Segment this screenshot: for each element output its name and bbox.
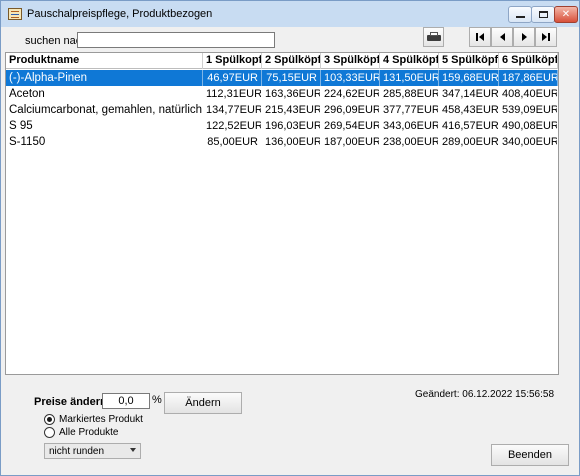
first-record-button[interactable] (469, 27, 491, 47)
price-cell: 490,08EUR (502, 120, 558, 132)
radio-button[interactable] (44, 413, 55, 425)
price-cell: 458,43EUR (442, 104, 499, 116)
previous-record-icon (499, 33, 505, 41)
price-cell: 187,00EUR (324, 136, 380, 148)
price-cell: 347,14EUR (442, 88, 499, 100)
last-record-button[interactable] (535, 27, 557, 47)
radio-label: Markiertes Produkt (59, 413, 143, 425)
table-row[interactable]: Calciumcarbonat, gemahlen, natürlich 134… (6, 102, 558, 118)
maximize-icon (538, 11, 548, 18)
price-cell: 285,88EUR (383, 88, 439, 100)
rounding-select-value: nicht runden (49, 446, 105, 457)
last-record-icon (542, 33, 550, 41)
app-icon (8, 8, 22, 20)
printer-icon (426, 32, 441, 42)
close-dialog-button[interactable]: Beenden (491, 444, 569, 466)
column-header-3[interactable]: 3 Spülköpfe (321, 53, 380, 69)
price-cell: 539,09EUR (502, 104, 558, 116)
minimize-button[interactable] (508, 6, 532, 23)
product-cell: S-1150 (9, 136, 46, 148)
print-button[interactable] (423, 27, 444, 47)
price-cell: 122,52EUR (206, 120, 262, 132)
price-cell: 187,86EUR (499, 70, 558, 86)
column-header-2[interactable]: 2 Spülköpfe (262, 53, 321, 69)
price-cell: 75,15EUR (262, 70, 321, 86)
price-cell: 296,09EUR (324, 104, 380, 116)
radio-button[interactable] (44, 426, 55, 438)
price-cell: 85,00EUR (207, 136, 258, 148)
title-bar: Pauschalpreispflege, Produktbezogen ✕ (1, 1, 579, 27)
first-record-icon (476, 33, 484, 41)
price-cell: 224,62EUR (324, 88, 380, 100)
price-cell: 136,00EUR (265, 136, 321, 148)
grid-header: Produktname 1 Spülkopf 2 Spülköpfe 3 Spü… (6, 53, 558, 69)
price-cell: 215,43EUR (265, 104, 321, 116)
radio-marked-product[interactable]: Markiertes Produkt (44, 412, 143, 426)
price-cell: 343,06EUR (383, 120, 439, 132)
next-record-icon (521, 33, 527, 41)
search-input[interactable] (77, 32, 275, 48)
product-cell: (-)-Alpha-Pinen (6, 70, 203, 86)
close-icon: ✕ (561, 9, 571, 20)
price-grid[interactable]: Produktname 1 Spülkopf 2 Spülköpfe 3 Spü… (5, 52, 559, 375)
table-row[interactable]: S 95 122,52EUR 196,03EUR 269,54EUR 343,0… (6, 118, 558, 134)
price-cell: 408,40EUR (502, 88, 558, 100)
price-cell: 289,00EUR (442, 136, 499, 148)
radio-label: Alle Produkte (59, 426, 119, 438)
table-row[interactable]: (-)-Alpha-Pinen 46,97EUR 75,15EUR 103,33… (6, 70, 558, 86)
column-header-4[interactable]: 4 Spülköpfe (380, 53, 439, 69)
column-header-6[interactable]: 6 Spülköpfe (499, 53, 558, 69)
price-maintenance-window: Pauschalpreispflege, Produktbezogen ✕ su… (0, 0, 580, 476)
changed-timestamp: Geändert: 06.12.2022 15:56:58 (415, 389, 555, 400)
product-cell: Aceton (9, 88, 45, 100)
maximize-button[interactable] (531, 6, 555, 23)
table-row[interactable]: Aceton 112,31EUR 163,36EUR 224,62EUR 285… (6, 86, 558, 102)
previous-record-button[interactable] (491, 27, 513, 47)
price-cell: 163,36EUR (265, 88, 321, 100)
price-cell: 340,00EUR (502, 136, 558, 148)
price-cell: 196,03EUR (265, 120, 321, 132)
next-record-button[interactable] (513, 27, 535, 47)
apply-change-button[interactable]: Ändern (164, 392, 242, 414)
chevron-down-icon (130, 448, 136, 452)
window-title: Pauschalpreispflege, Produktbezogen (27, 8, 213, 20)
price-cell: 416,57EUR (442, 120, 499, 132)
price-cell: 112,31EUR (206, 88, 262, 100)
price-cell: 46,97EUR (203, 70, 262, 86)
price-change-label: Preise ändern: (34, 396, 111, 408)
price-cell: 131,50EUR (380, 70, 439, 86)
price-cell: 377,77EUR (383, 104, 439, 116)
price-cell: 238,00EUR (383, 136, 439, 148)
column-header-product[interactable]: Produktname (6, 53, 203, 69)
column-header-5[interactable]: 5 Spülköpfe (439, 53, 499, 69)
column-header-1[interactable]: 1 Spülkopf (203, 53, 262, 69)
price-cell: 269,54EUR (324, 120, 380, 132)
price-cell: 103,33EUR (321, 70, 380, 86)
radio-all-products[interactable]: Alle Produkte (44, 425, 118, 439)
price-change-input[interactable]: 0,0 (102, 393, 150, 409)
minimize-icon (515, 16, 525, 18)
close-button[interactable]: ✕ (554, 6, 578, 23)
price-cell: 134,77EUR (206, 104, 262, 116)
rounding-select[interactable]: nicht runden (44, 443, 141, 459)
product-cell: S 95 (9, 120, 33, 132)
product-cell: Calciumcarbonat, gemahlen, natürlich (9, 104, 203, 116)
table-row[interactable]: S-1150 85,00EUR 136,00EUR 187,00EUR 238,… (6, 134, 558, 150)
price-cell: 159,68EUR (439, 70, 499, 86)
percent-unit: % (152, 394, 162, 406)
